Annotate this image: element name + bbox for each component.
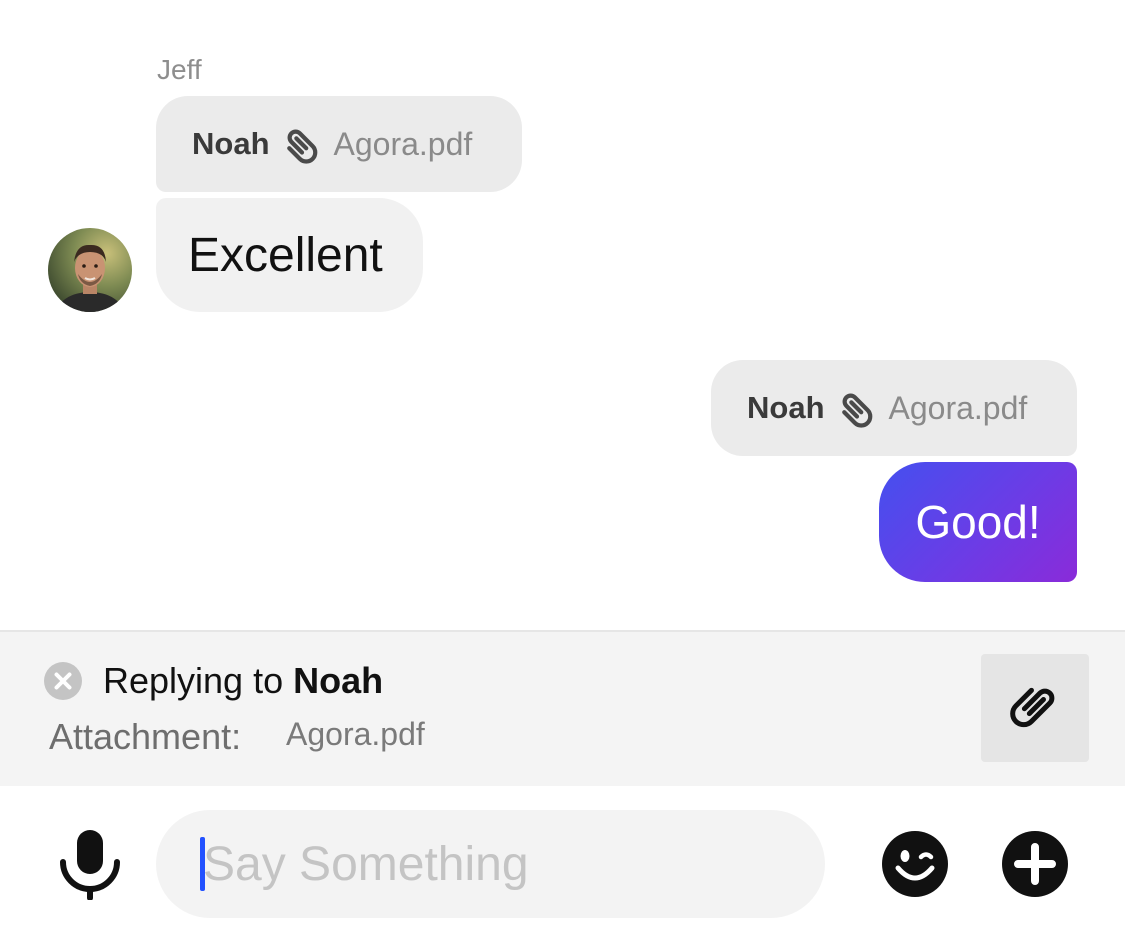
reply-preview-name: Noah xyxy=(192,126,270,161)
sender-name: Jeff xyxy=(157,54,202,85)
plus-icon[interactable] xyxy=(1001,830,1069,898)
replying-to-name: Noah xyxy=(293,660,384,701)
outgoing-reply-preview[interactable]: Noah Agora.pdf xyxy=(711,360,1077,456)
avatar[interactable] xyxy=(48,228,132,312)
attachment-file: Agora.pdf xyxy=(286,716,425,752)
microphone-icon[interactable] xyxy=(58,830,122,901)
close-icon[interactable] xyxy=(44,662,82,700)
attachment-button[interactable] xyxy=(981,654,1089,762)
paperclip-icon xyxy=(1010,687,1055,728)
replying-to-prefix: Replying to xyxy=(103,660,284,701)
reply-bar xyxy=(0,630,1125,786)
emoji-icon[interactable] xyxy=(881,830,949,898)
incoming-reply-preview[interactable]: Noah Agora.pdf xyxy=(156,96,522,192)
outgoing-message-text: Good! xyxy=(915,496,1041,548)
attachment-label: Attachment: xyxy=(49,716,242,757)
reply-preview-name: Noah xyxy=(747,390,825,425)
message-input[interactable] xyxy=(203,836,763,892)
paperclip-icon xyxy=(282,124,322,164)
reply-preview-file: Agora.pdf xyxy=(888,389,1028,426)
replying-to-label: Replying to Noah xyxy=(103,660,383,702)
message-input-box[interactable] xyxy=(156,810,825,918)
incoming-message-bubble[interactable]: Excellent xyxy=(156,198,423,312)
paperclip-icon xyxy=(837,388,877,428)
outgoing-message-bubble[interactable]: Good! xyxy=(879,462,1077,582)
reply-preview-file: Agora.pdf xyxy=(333,125,473,162)
incoming-message-text: Excellent xyxy=(188,228,383,282)
